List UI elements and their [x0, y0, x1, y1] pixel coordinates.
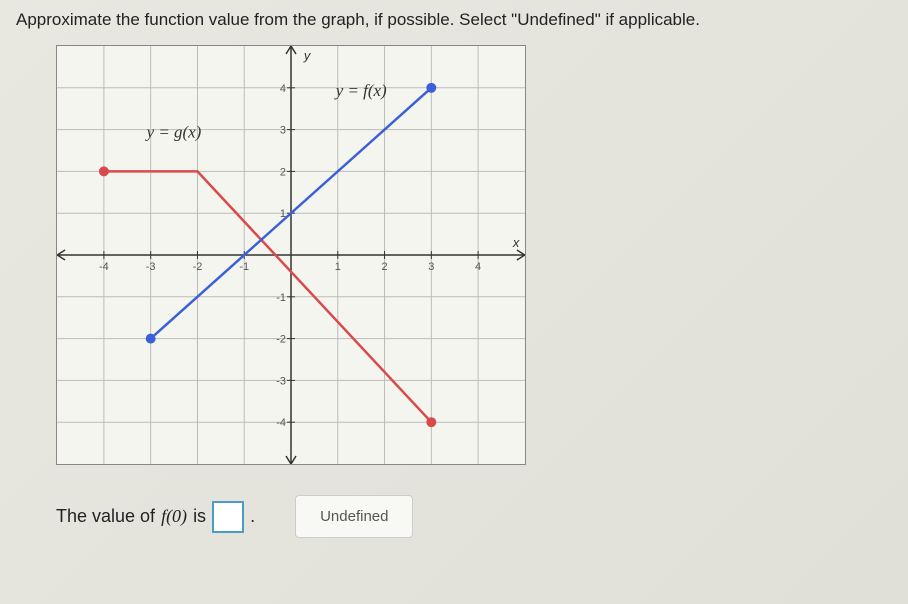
x-tick: 4 [475, 261, 481, 273]
y-tick: -2 [276, 334, 286, 346]
answer-statement: The value of f(0) is . [56, 501, 255, 533]
answer-prefix: The value of [56, 506, 155, 527]
x-tick: 2 [382, 261, 388, 273]
undefined-button[interactable]: Undefined [295, 495, 413, 538]
g-label: y = g(x) [145, 123, 202, 142]
g-endpoint [426, 417, 436, 427]
x-axis-label: x [512, 235, 520, 250]
y-tick: -3 [276, 375, 286, 387]
answer-func: f(0) [161, 506, 187, 527]
y-tick: 2 [280, 166, 286, 178]
y-tick: 3 [280, 125, 286, 137]
f-endpoint [426, 83, 436, 93]
y-tick: 4 [280, 83, 286, 95]
question-text: Approximate the function value from the … [16, 10, 892, 30]
x-tick: -2 [193, 261, 203, 273]
answer-row: The value of f(0) is . Undefined [56, 495, 892, 538]
coordinate-plane: -4 -3 -2 -1 1 2 3 4 4 3 2 1 -1 -2 -3 -4 … [57, 46, 525, 464]
g-endpoint [99, 166, 109, 176]
y-tick: -1 [276, 292, 286, 304]
graph-plot: -4 -3 -2 -1 1 2 3 4 4 3 2 1 -1 -2 -3 -4 … [56, 45, 526, 465]
answer-input[interactable] [212, 501, 244, 533]
f-label: y = f(x) [334, 81, 387, 100]
f-endpoint [146, 334, 156, 344]
x-tick: 1 [335, 261, 341, 273]
answer-suffix: . [250, 506, 255, 527]
x-tick: -4 [99, 261, 109, 273]
y-axis-label: y [303, 48, 312, 63]
x-tick: 3 [428, 261, 434, 273]
y-tick: -4 [276, 417, 286, 429]
x-tick: -1 [239, 261, 249, 273]
x-tick: -3 [146, 261, 156, 273]
answer-mid: is [193, 506, 206, 527]
